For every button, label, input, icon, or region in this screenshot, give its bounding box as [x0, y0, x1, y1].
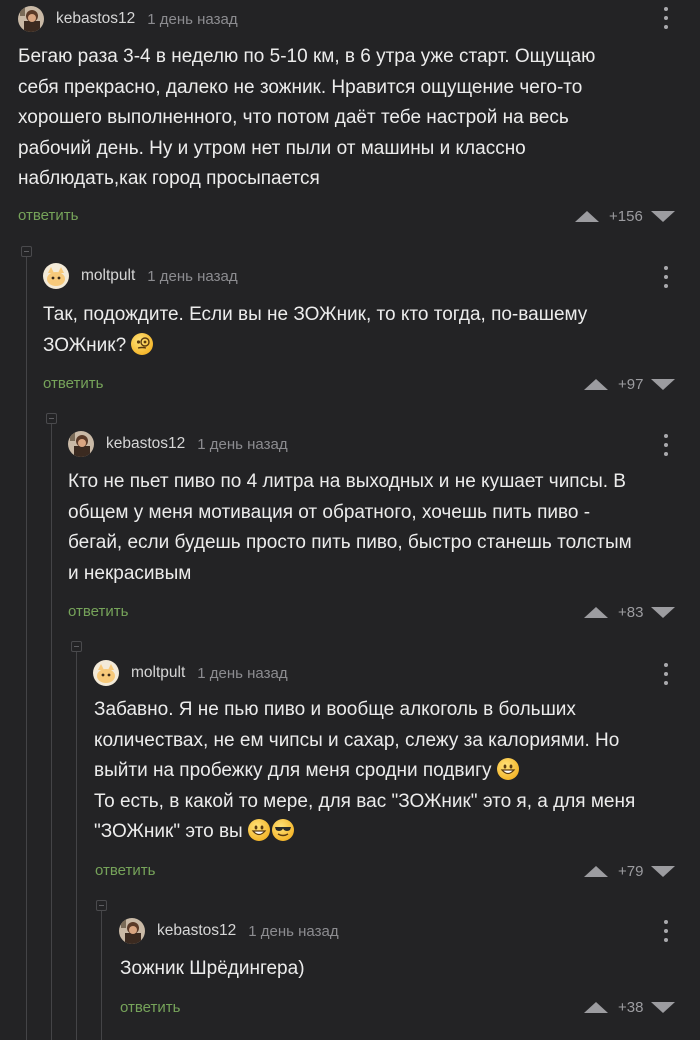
- downvote-arrow-icon[interactable]: [651, 1001, 676, 1013]
- comment-rating: +97: [584, 374, 676, 394]
- comment-time: 1 день назад: [248, 922, 339, 940]
- reply-link[interactable]: ответить: [43, 375, 103, 392]
- comment-time: 1 день назад: [147, 10, 238, 28]
- monocle-face-emoji-icon: [131, 332, 154, 355]
- comment-author[interactable]: kebastos12: [56, 10, 135, 28]
- grinning-face-emoji-icon: [248, 819, 270, 841]
- thread-line-1: [26, 257, 27, 1040]
- downvote-arrow-icon[interactable]: [651, 865, 676, 877]
- upvote-arrow-icon[interactable]: [584, 865, 608, 877]
- comment-header: kebastos12 1 день назад: [18, 5, 238, 33]
- more-options-icon[interactable]: [663, 266, 669, 288]
- upvote-arrow-icon[interactable]: [584, 378, 608, 390]
- more-options-icon[interactable]: [663, 434, 669, 456]
- thread-line-4: [101, 911, 102, 1040]
- more-options-icon[interactable]: [663, 663, 669, 685]
- thread-line-2: [51, 424, 52, 1040]
- user-avatar-photo[interactable]: [119, 918, 145, 944]
- collapse-thread-1[interactable]: [21, 246, 32, 257]
- upvote-arrow-icon[interactable]: [575, 210, 599, 222]
- grinning-face-emoji-icon: [496, 758, 519, 780]
- comment-rating: +38: [584, 997, 676, 1017]
- reply-link[interactable]: ответить: [18, 207, 78, 224]
- comment-score: +97: [618, 375, 644, 393]
- comment-time: 1 день назад: [197, 435, 288, 453]
- downvote-arrow-icon[interactable]: [651, 378, 676, 390]
- downvote-arrow-icon[interactable]: [650, 210, 675, 222]
- thread-line-3: [76, 652, 77, 1040]
- reply-link[interactable]: ответить: [120, 999, 180, 1016]
- downvote-arrow-icon[interactable]: [651, 606, 676, 618]
- comment-author[interactable]: kebastos12: [157, 922, 236, 940]
- comment-author[interactable]: moltpult: [81, 267, 135, 285]
- collapse-thread-3[interactable]: [71, 641, 82, 652]
- more-options-icon[interactable]: [663, 920, 669, 942]
- comment-rating: +79: [584, 861, 676, 881]
- comment-header: moltpult 1 день назад: [93, 659, 288, 687]
- user-avatar-photo[interactable]: [18, 6, 44, 32]
- upvote-arrow-icon[interactable]: [584, 606, 608, 618]
- comment-author[interactable]: kebastos12: [106, 435, 185, 453]
- comment-score: +79: [618, 862, 644, 880]
- comment-text: Кто не пьет пиво по 4 литра на выходных …: [68, 471, 632, 584]
- user-avatar-photo[interactable]: [68, 431, 94, 457]
- comment-rating: +83: [584, 602, 676, 622]
- comment-text: Забавно. Я не пью пиво и вообще алкоголь…: [94, 699, 636, 842]
- comment-header: kebastos12 1 день назад: [68, 430, 288, 458]
- comment-header: kebastos12 1 день назад: [119, 917, 339, 945]
- collapse-thread-2[interactable]: [46, 413, 57, 424]
- comment-text: Зожник Шрёдингера): [120, 958, 305, 979]
- comment-score: +156: [609, 207, 643, 225]
- comment-time: 1 день назад: [147, 267, 238, 285]
- comment-text: Бегаю раза 3-4 в неделю по 5-10 км, в 6 …: [18, 46, 596, 189]
- comment-text: Так, подождите. Если вы не ЗОЖник, то кт…: [43, 304, 588, 356]
- comment-header: moltpult 1 день назад: [43, 262, 238, 290]
- cat-avatar[interactable]: [43, 263, 69, 289]
- sunglasses-face-emoji-icon: [272, 819, 294, 841]
- upvote-arrow-icon[interactable]: [584, 1001, 608, 1013]
- comment-rating: +156: [575, 206, 675, 226]
- cat-avatar[interactable]: [93, 660, 119, 686]
- comment-time: 1 день назад: [197, 664, 288, 682]
- comment-score: +38: [618, 998, 644, 1016]
- collapse-thread-4[interactable]: [96, 900, 107, 911]
- comment-score: +83: [618, 603, 644, 621]
- reply-link[interactable]: ответить: [68, 603, 128, 620]
- comment-author[interactable]: moltpult: [131, 664, 185, 682]
- more-options-icon[interactable]: [663, 7, 669, 29]
- reply-link[interactable]: ответить: [95, 862, 155, 879]
